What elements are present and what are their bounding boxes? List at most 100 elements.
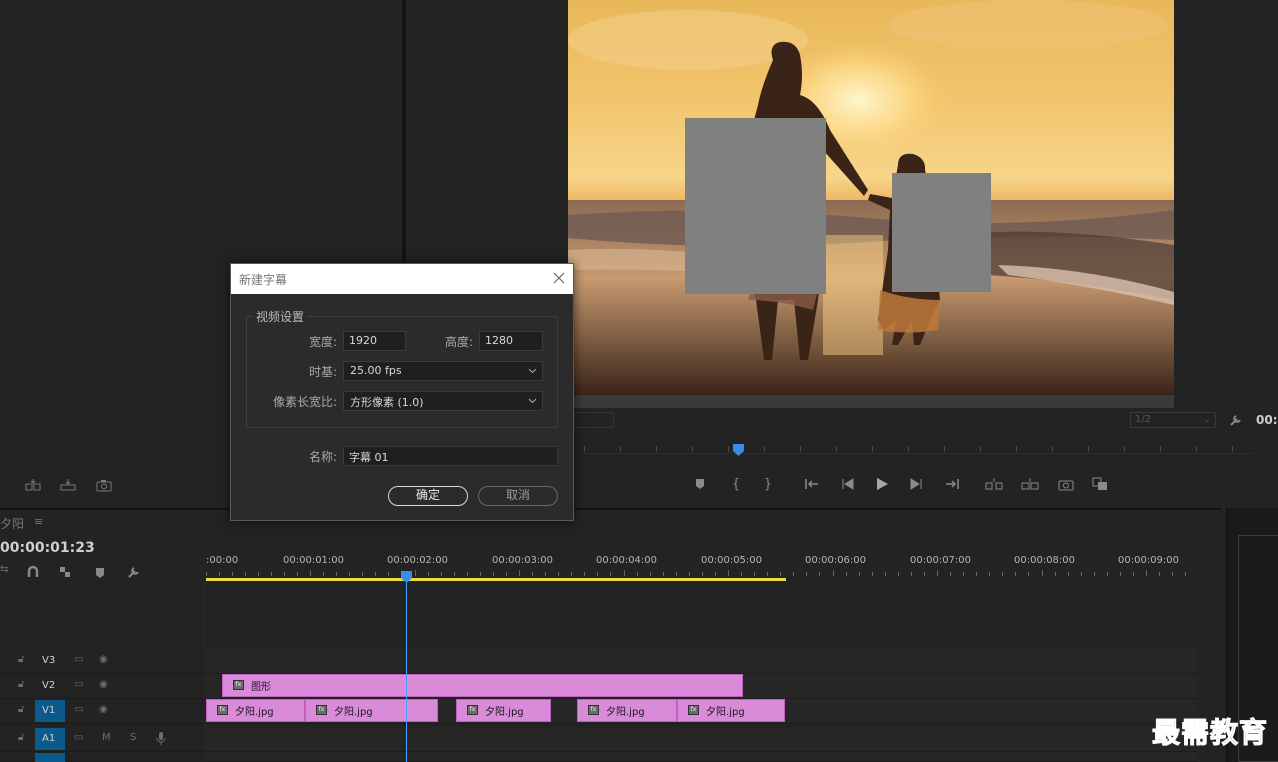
new-title-dialog: 新建字幕 视频设置 宽度: 1920 高度: 1280 时基: 25.00 fp… (230, 263, 574, 521)
panel-menu-icon[interactable]: ≡ (34, 515, 43, 528)
step-back-icon[interactable] (838, 476, 858, 492)
ruler-label: 00:00:09:00 (1118, 555, 1180, 566)
clip-image[interactable]: fx 夕阳.jpg (577, 699, 677, 722)
wrench-icon[interactable] (1228, 412, 1244, 432)
nest-icon[interactable]: ⇆ (0, 564, 8, 575)
track-a2[interactable] (206, 752, 1198, 762)
go-to-in-icon[interactable] (802, 476, 822, 492)
track-name[interactable]: V2 (42, 680, 55, 691)
playback-resolution-dropdown[interactable]: 1/2 ⌄ (1130, 412, 1216, 428)
work-area-bar[interactable] (206, 578, 786, 581)
add-marker-icon[interactable] (94, 564, 106, 583)
height-field[interactable]: 1280 (479, 331, 543, 351)
height-label: 高度: (444, 335, 473, 349)
clip-image[interactable]: fx 夕阳.jpg (206, 699, 305, 722)
program-time-ruler[interactable] (584, 446, 1254, 454)
ruler-label: 00:00:06:00 (805, 555, 867, 566)
track-name[interactable]: V1 (42, 705, 55, 716)
eye-icon[interactable]: ◉ (99, 704, 108, 715)
zoom-dropdown[interactable] (574, 412, 614, 428)
fx-badge-icon: fx (588, 705, 599, 715)
clip-graphic[interactable]: fx 图形 (222, 674, 743, 697)
lock-icon[interactable]: 🔓︎ (18, 654, 24, 665)
lock-icon[interactable]: 🔓︎ (18, 704, 24, 715)
close-icon[interactable] (549, 268, 569, 288)
chevron-down-icon (528, 365, 537, 374)
track-header-v1: 🔓︎ V1 ▭ ◉ (0, 699, 205, 724)
add-marker-icon[interactable] (690, 476, 710, 492)
insert-icon[interactable] (24, 477, 44, 493)
pixel-aspect-value: 方形像素 (1.0) (350, 396, 424, 409)
program-transport-controls: { } (690, 476, 1120, 494)
mark-in-icon[interactable]: { (726, 476, 746, 492)
sequence-timecode[interactable]: 00:00:01:23 (0, 540, 95, 556)
mute-button[interactable]: M (102, 732, 111, 743)
sync-lock-icon[interactable]: ▭ (74, 654, 83, 665)
redaction-block-right (892, 173, 991, 292)
export-frame-icon[interactable] (1056, 476, 1076, 492)
export-frame-icon[interactable] (94, 477, 114, 493)
track-v3[interactable] (206, 649, 1198, 674)
snap-magnet-icon[interactable] (26, 564, 40, 583)
fx-badge-icon: fx (467, 705, 478, 715)
fx-badge-icon: fx (316, 705, 327, 715)
clip-name: 夕阳.jpg (485, 707, 524, 718)
ok-button[interactable]: 确定 (388, 486, 468, 506)
timebase-label: 时基: (308, 365, 337, 379)
fx-badge-icon: fx (688, 705, 699, 715)
eye-icon[interactable]: ◉ (99, 654, 108, 665)
track-name[interactable]: V3 (42, 655, 55, 666)
clip-name: 夕阳.jpg (706, 707, 745, 718)
cancel-button[interactable]: 取消 (478, 486, 558, 506)
clip-image[interactable]: fx 夕阳.jpg (305, 699, 438, 722)
ruler-label: 00:00:02:00 (387, 555, 449, 566)
dialog-title: 新建字幕 (239, 273, 288, 287)
clip-image[interactable]: fx 夕阳.jpg (677, 699, 785, 722)
step-forward-icon[interactable] (906, 476, 926, 492)
fx-badge-icon: fx (217, 705, 228, 715)
ruler-label: 00:00:05:00 (701, 555, 763, 566)
extract-icon[interactable] (1020, 476, 1040, 492)
sunset-beach-image (568, 0, 1174, 395)
pixel-aspect-label: 像素长宽比: (272, 395, 337, 409)
fx-badge-icon: fx (233, 680, 244, 690)
go-to-out-icon[interactable] (942, 476, 962, 492)
timeline-tools: ⇆ (0, 564, 150, 580)
wrench-icon[interactable] (126, 564, 142, 584)
playhead-line (406, 576, 407, 762)
overwrite-icon[interactable] (58, 477, 78, 493)
linked-selection-icon[interactable] (58, 564, 72, 583)
timebase-select[interactable]: 25.00 fps (343, 361, 543, 381)
lock-icon[interactable]: 🔓︎ (18, 732, 24, 743)
track-target[interactable] (35, 753, 65, 762)
mark-out-icon[interactable]: } (758, 476, 778, 492)
solo-button[interactable]: S (130, 732, 136, 743)
sync-lock-icon[interactable]: ▭ (74, 679, 83, 690)
clip-name: 夕阳.jpg (235, 707, 274, 718)
watermark-logo: 最需教育 (1151, 716, 1269, 750)
program-playhead[interactable] (733, 441, 744, 456)
track-name[interactable]: A1 (42, 733, 55, 744)
track-a1[interactable] (206, 727, 1198, 752)
program-timecode[interactable]: 00: (1256, 413, 1278, 427)
lock-icon[interactable]: 🔓︎ (18, 679, 24, 690)
track-header-v3: 🔓︎ V3 ▭ ◉ (0, 649, 205, 674)
timeline-playhead[interactable] (401, 568, 412, 583)
eye-icon[interactable]: ◉ (99, 679, 108, 690)
ruler-label: 00:00:01:00 (283, 555, 345, 566)
width-field[interactable]: 1920 (343, 331, 406, 351)
play-icon[interactable] (872, 476, 892, 492)
chevron-down-icon (528, 395, 537, 404)
sync-lock-icon[interactable]: ▭ (74, 732, 83, 743)
name-field[interactable]: 字幕 01 (343, 446, 558, 466)
dialog-titlebar[interactable]: 新建字幕 (231, 264, 573, 294)
timebase-value: 25.00 fps (350, 364, 402, 377)
microphone-icon[interactable] (156, 732, 166, 748)
timeline-ruler[interactable]: :00:00 00:00:01:00 00:00:02:00 00:00:03:… (206, 548, 1198, 582)
clip-image[interactable]: fx 夕阳.jpg (456, 699, 551, 722)
compare-view-icon[interactable] (1090, 476, 1110, 492)
sequence-tab-title[interactable]: 夕阳 (0, 515, 24, 532)
pixel-aspect-select[interactable]: 方形像素 (1.0) (343, 391, 543, 411)
sync-lock-icon[interactable]: ▭ (74, 704, 83, 715)
lift-icon[interactable] (984, 476, 1004, 492)
